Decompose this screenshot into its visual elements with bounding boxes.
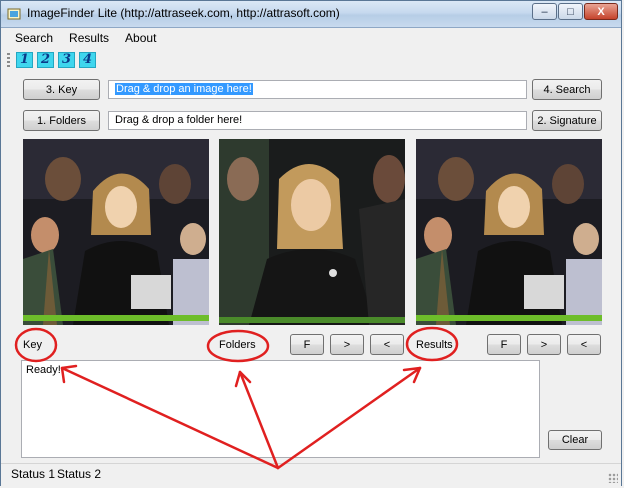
menu-results[interactable]: Results	[61, 28, 117, 48]
result-image[interactable]	[416, 139, 602, 325]
key-image-picture	[23, 139, 209, 325]
folders-button[interactable]: 1. Folders	[23, 110, 100, 131]
key-button[interactable]: 3. Key	[23, 79, 100, 100]
toolbar-button-2[interactable]: 2	[37, 52, 54, 68]
folder-next-button[interactable]: >	[330, 334, 364, 355]
resize-grip-icon[interactable]	[608, 473, 618, 483]
minimize-icon: –	[541, 5, 548, 18]
close-icon: X	[597, 5, 605, 18]
toolbar: 1 2 3 4	[7, 50, 100, 70]
search-button[interactable]: 4. Search	[532, 79, 602, 100]
folder-prev-button[interactable]: <	[370, 334, 404, 355]
window-title: ImageFinder Lite (http://attraseek.com, …	[27, 6, 340, 20]
key-image[interactable]	[23, 139, 209, 325]
results-first-button[interactable]: F	[487, 334, 521, 355]
toolbar-grip[interactable]	[7, 53, 10, 67]
folder-image[interactable]	[219, 139, 405, 325]
key-input-value: Drag & drop an image here!	[115, 83, 253, 95]
results-label: Results	[416, 339, 453, 351]
results-next-button[interactable]: >	[527, 334, 561, 355]
signature-button[interactable]: 2. Signature	[532, 110, 602, 131]
status-bar: Status 1 Status 2	[1, 463, 621, 486]
folder-first-button[interactable]: F	[290, 334, 324, 355]
toolbar-button-3[interactable]: 3	[58, 52, 75, 68]
menu-bar: Search Results About	[7, 28, 164, 48]
folder-image-picture	[219, 139, 405, 325]
toolbar-button-1[interactable]: 1	[16, 52, 33, 68]
maximize-button[interactable]: □	[558, 3, 583, 20]
folder-input[interactable]: Drag & drop a folder here!	[108, 111, 527, 130]
status-textbox[interactable]: Ready!	[21, 360, 540, 458]
results-prev-button[interactable]: <	[567, 334, 601, 355]
minimize-button[interactable]: –	[532, 3, 557, 20]
status-2: Status 2	[57, 467, 102, 481]
key-input[interactable]: Drag & drop an image here!	[108, 80, 527, 99]
menu-about[interactable]: About	[117, 28, 164, 48]
folders-label: Folders	[219, 339, 256, 351]
result-image-picture	[416, 139, 602, 325]
toolbar-button-4[interactable]: 4	[79, 52, 96, 68]
app-window: ImageFinder Lite (http://attraseek.com, …	[0, 0, 622, 486]
app-icon	[7, 8, 21, 20]
close-button[interactable]: X	[584, 3, 618, 20]
key-label: Key	[23, 339, 42, 351]
maximize-icon: □	[567, 5, 574, 18]
clear-button[interactable]: Clear	[548, 430, 602, 450]
menu-search[interactable]: Search	[7, 28, 61, 48]
title-bar[interactable]: ImageFinder Lite (http://attraseek.com, …	[1, 1, 621, 28]
status-1: Status 1	[11, 467, 56, 481]
